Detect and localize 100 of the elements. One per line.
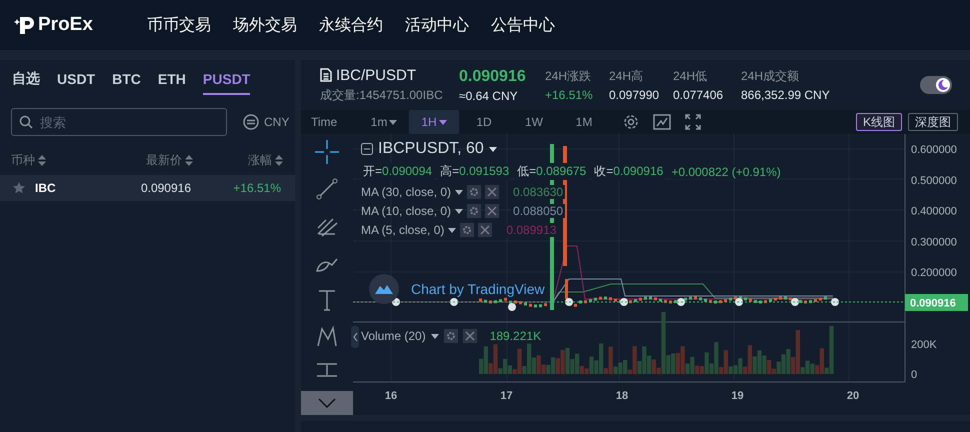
theme-toggle[interactable] (920, 76, 952, 94)
indicator-name[interactable]: MA (5, close, 0) (361, 223, 444, 237)
nav-link[interactable]: 公告中心 (491, 14, 555, 36)
date-tick: 17 (500, 390, 513, 402)
currency-button[interactable]: CNY (243, 114, 290, 130)
collapse-tab[interactable] (351, 326, 359, 348)
volume-text: 成交量:1454751.00IBC (320, 86, 444, 104)
stat-value: 0.097990 (609, 88, 660, 102)
volume-tick: 200K (911, 339, 937, 351)
last-price: 0.090916 (459, 68, 527, 86)
stat-label: 24H涨跌 (545, 68, 592, 85)
last-price-tag: 0.090916 (905, 294, 968, 311)
stat-value: +16.51% (545, 88, 594, 102)
indicator-value: 0.089913 (504, 223, 558, 237)
price-cny: ≈0.64 CNY (459, 88, 519, 102)
nav-link[interactable]: 币币交易 (147, 14, 211, 36)
caret-icon (488, 146, 497, 152)
date-tick: 19 (731, 390, 744, 402)
chevron-down-icon (318, 398, 336, 408)
stat-label: 24H高 (609, 68, 644, 85)
interval-button[interactable]: 1D (459, 110, 509, 134)
logo-text: ProEx (38, 14, 93, 36)
indicator-name[interactable]: MA (10, close, 0) (361, 204, 452, 218)
ohlc-value: 低=0.089675 (515, 163, 588, 180)
pattern-icon[interactable] (315, 325, 339, 349)
settings-button[interactable] (623, 114, 639, 130)
chart-view-tab[interactable]: 深度图 (908, 113, 958, 131)
swap-icon (243, 114, 259, 130)
volume-tick: 0 (911, 369, 918, 381)
close-icon[interactable] (462, 329, 477, 343)
caret-icon (448, 228, 456, 232)
interval-button[interactable]: 1H (409, 110, 459, 134)
stat-value: 0.077406 (673, 88, 724, 102)
search-field[interactable]: 搜索 (11, 108, 227, 136)
sort-icon[interactable] (38, 155, 46, 166)
stat-value: 866,352.99 CNY (741, 88, 831, 102)
coin-symbol: IBC (35, 181, 56, 195)
sort-icon[interactable] (185, 155, 193, 166)
date-tick: 16 (384, 390, 398, 402)
ohlc-value: 开=0.090094 (361, 163, 434, 180)
stat-label: 24H成交额 (741, 68, 800, 85)
change-cell-text: +16.51% (232, 181, 281, 195)
text-tool-icon[interactable] (317, 288, 337, 312)
trend-line-icon[interactable] (315, 177, 339, 201)
cloud-logo-icon (369, 274, 399, 304)
close-icon[interactable] (485, 185, 500, 199)
indicator-name[interactable]: Volume (20) (361, 329, 426, 343)
market-tab[interactable]: PUSDT (202, 70, 250, 95)
close-icon[interactable] (478, 223, 492, 237)
candle (565, 279, 568, 299)
price-tick: 0.200000 (911, 267, 957, 279)
indicator-settings-icon[interactable] (467, 204, 482, 218)
indicator-settings-icon[interactable] (460, 223, 474, 237)
price-cell-text: 0.090916 (140, 181, 191, 195)
interval-button[interactable]: 1m (359, 110, 409, 134)
indicator-value: 0.088050 (511, 204, 566, 218)
indicator-settings-icon[interactable] (444, 329, 458, 343)
measure-icon[interactable] (315, 362, 339, 378)
price-tick: 0.600000 (911, 144, 957, 156)
star-icon[interactable] (13, 182, 25, 194)
indicator-value: 189.221K (490, 329, 542, 343)
fullscreen-icon (685, 114, 701, 130)
sort-icon[interactable] (275, 155, 283, 166)
toolbar-label: Time (311, 115, 338, 129)
price-tick: 0.300000 (911, 236, 957, 248)
date-tick: 20 (846, 390, 860, 402)
price-tick: 0.400000 (911, 206, 957, 218)
indicator-settings-icon[interactable] (467, 185, 482, 199)
market-tab[interactable]: ETH (158, 70, 186, 95)
nav-link[interactable]: 永续合约 (319, 14, 383, 36)
crosshair-icon[interactable] (315, 140, 339, 164)
chart-view-tab[interactable]: K线图 (856, 113, 902, 131)
ohlc-value: 收=0.090916 (592, 163, 666, 180)
settings-icon (623, 114, 639, 130)
market-tab[interactable]: BTC (112, 70, 141, 95)
column-header: 涨幅 (248, 152, 272, 169)
indicator-button[interactable] (653, 114, 671, 130)
logo-icon (14, 14, 36, 36)
caret-icon (455, 208, 464, 214)
indicator-value: 0.083630 (511, 185, 566, 199)
price-tick: 0.500000 (911, 174, 957, 187)
column-header: 币种 (11, 152, 35, 169)
collapse-legend-icon[interactable] (361, 143, 373, 155)
search-icon (19, 115, 33, 129)
fullscreen-button[interactable] (685, 114, 701, 130)
line-chart-icon (653, 114, 671, 130)
nav-link[interactable]: 场外交易 (233, 14, 297, 36)
indicator-name[interactable]: MA (30, close, 0) (361, 185, 452, 199)
market-tab[interactable]: USDT (57, 70, 96, 95)
pair-name: IBC/PUSDT (336, 66, 416, 84)
column-header: 最新价 (146, 152, 182, 169)
stat-label: 24H低 (673, 68, 708, 85)
interval-button[interactable]: 1M (559, 110, 609, 134)
close-icon[interactable] (485, 204, 500, 218)
change-value: +0.000822 (+0.91%) (669, 164, 783, 178)
market-tab[interactable]: 自选 (12, 70, 40, 95)
interval-button[interactable]: 1W (509, 110, 559, 134)
nav-link[interactable]: 活动中心 (405, 14, 469, 36)
document-icon (320, 68, 332, 82)
market-row[interactable]: IBC 0.090916 +16.51% (0, 175, 295, 201)
